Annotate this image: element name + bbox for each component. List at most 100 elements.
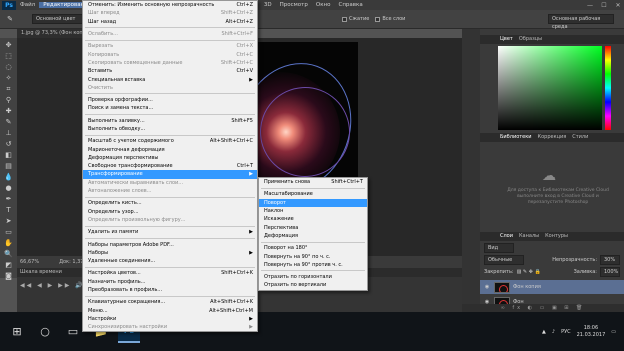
tab-adjustments[interactable]: Коррекция: [538, 133, 567, 142]
menu-item[interactable]: Марионеточная деформация: [83, 145, 257, 153]
marquee-tool-icon[interactable]: ⬚: [3, 51, 15, 61]
eye-icon[interactable]: ◉: [483, 284, 491, 290]
hand-tool-icon[interactable]: ✋: [3, 238, 15, 248]
menu-item[interactable]: Деформация: [259, 232, 367, 240]
checkbox-compress[interactable]: Сжатие: [342, 16, 369, 22]
blend-mode-dropdown[interactable]: Обычные: [484, 255, 524, 265]
menu-item[interactable]: Деформация перспективы: [83, 154, 257, 162]
menu-item[interactable]: Поворот на 180°: [259, 244, 367, 252]
menu-item[interactable]: Отразить по вертикали: [259, 281, 367, 289]
menu-item[interactable]: Наборы ▶: [83, 249, 257, 257]
menu-item[interactable]: Трансформирование ▶: [83, 170, 257, 179]
menu-item[interactable]: Применить снова Shift+Ctrl+T: [259, 178, 367, 186]
maximize-button[interactable]: ☐: [598, 1, 610, 10]
menu-item[interactable]: Поиск и замена текста...: [83, 104, 257, 112]
layers-bottom-icons[interactable]: ∞ fx ◐ ▭ ▣ ⊞ 🗑: [462, 304, 624, 312]
move-tool-icon[interactable]: ✥: [3, 40, 15, 50]
menu-item[interactable]: Удалить из памяти ▶: [83, 228, 257, 236]
eyedropper-tool-icon[interactable]: ⚲: [3, 95, 15, 105]
menu-item[interactable]: Настройки ▶: [83, 315, 257, 323]
brush-icon[interactable]: ✎: [3, 117, 15, 127]
zoom-level[interactable]: 66,67%: [20, 256, 39, 268]
pen-tool-icon[interactable]: ✒: [3, 194, 15, 204]
tab-styles[interactable]: Стили: [572, 133, 588, 142]
lasso-tool-icon[interactable]: ◌: [3, 62, 15, 72]
menu-item[interactable]: Настройка цветов... Shift+Ctrl+K: [83, 269, 257, 277]
fill-input[interactable]: 100%: [600, 267, 620, 277]
menubar-item[interactable]: Файл: [16, 2, 39, 8]
menu-item[interactable]: Специальная вставка ▶: [83, 75, 257, 83]
menubar-item[interactable]: 3D: [260, 2, 276, 8]
menu-item[interactable]: Определить узор...: [83, 208, 257, 216]
gradient-tool-icon[interactable]: ▤: [3, 161, 15, 171]
opacity-input[interactable]: 30%: [600, 255, 620, 265]
style-dropdown[interactable]: Основной цвет: [32, 14, 86, 24]
menu-item[interactable]: Отменить: Изменить основную непрозрачнос…: [83, 1, 257, 9]
menu-item[interactable]: Свободное трансформирование Ctrl+T: [83, 162, 257, 170]
menu-item[interactable]: Выполнить заливку... Shift+F5: [83, 117, 257, 125]
volume-icon[interactable]: ♪: [552, 329, 555, 335]
language-indicator[interactable]: РУС: [561, 329, 571, 335]
menu-item[interactable]: Перспектива: [259, 223, 367, 231]
windows-start-icon[interactable]: ⊞: [6, 321, 28, 343]
notifications-icon[interactable]: ▭: [611, 329, 616, 335]
layer-kind-dropdown[interactable]: Вид: [484, 243, 514, 253]
menu-item[interactable]: Наборы параметров Adobe PDF...: [83, 240, 257, 248]
menubar-item[interactable]: Справка: [334, 2, 366, 8]
menu-item[interactable]: Преобразовать в профиль...: [83, 286, 257, 294]
menu-item[interactable]: Наклон: [259, 207, 367, 215]
dodge-tool-icon[interactable]: ●: [3, 183, 15, 193]
menu-item[interactable]: Назначить профиль...: [83, 278, 257, 286]
crop-tool-icon[interactable]: ⌗: [3, 84, 15, 94]
menu-item[interactable]: Вставить Ctrl+V: [83, 67, 257, 75]
brush-tool-icon[interactable]: ✎: [4, 14, 16, 24]
type-tool-icon[interactable]: T: [3, 205, 15, 215]
healing-tool-icon[interactable]: ✚: [3, 106, 15, 116]
tab-swatches[interactable]: Образцы: [519, 35, 542, 44]
menubar-item[interactable]: Окно: [312, 2, 335, 8]
quick-mask-icon[interactable]: ◙: [3, 271, 15, 281]
menu-item[interactable]: Повернуть на 90° по ч. с.: [259, 252, 367, 260]
close-button[interactable]: ✕: [612, 1, 624, 10]
tab-color[interactable]: Цвет: [500, 35, 513, 44]
menu-item[interactable]: Шаг назад Alt+Ctrl+Z: [83, 18, 257, 26]
clock[interactable]: 18:06 21.03.2017: [577, 325, 606, 339]
menu-item[interactable]: Определить кисть...: [83, 199, 257, 207]
menu-item[interactable]: Масштаб с учетом содержимого Alt+Shift+Ct…: [83, 137, 257, 145]
tab-paths[interactable]: Контуры: [545, 232, 568, 241]
menu-item[interactable]: Повернуть на 90° против ч. с.: [259, 261, 367, 269]
checkbox-all-layers[interactable]: Все слои: [375, 16, 405, 22]
zoom-tool-icon[interactable]: 🔍: [3, 249, 15, 259]
menu-item[interactable]: Удаленные соединения...: [83, 257, 257, 265]
path-select-icon[interactable]: ➤: [3, 216, 15, 226]
menu-item[interactable]: Проверка орфографии...: [83, 96, 257, 104]
timeline-controls[interactable]: ◀◀ ◀ ▶ ▶▶ 🔊: [20, 282, 85, 289]
tab-libraries[interactable]: Библиотеки: [500, 133, 532, 142]
menu-item[interactable]: Меню... Alt+Shift+Ctrl+M: [83, 307, 257, 315]
foreground-background-icon[interactable]: ◩: [3, 260, 15, 270]
network-icon[interactable]: ▲: [542, 329, 546, 335]
quick-select-tool-icon[interactable]: ✧: [3, 73, 15, 83]
menu-item[interactable]: Масштабирование: [259, 190, 367, 198]
menu-item[interactable]: Клавиатурные сокращения... Alt+Shift+Ctrl…: [83, 298, 257, 306]
tab-channels[interactable]: Каналы: [519, 232, 539, 241]
lock-icons[interactable]: ▨ ✎ ✥ 🔒: [517, 269, 541, 275]
task-view-icon[interactable]: ▭: [62, 321, 84, 343]
menubar-item[interactable]: Просмотр: [276, 2, 312, 8]
minimize-button[interactable]: —: [584, 1, 596, 10]
menu-item[interactable]: Поворот: [259, 198, 367, 207]
eraser-tool-icon[interactable]: ◧: [3, 150, 15, 160]
stamp-tool-icon[interactable]: ⊥: [3, 128, 15, 138]
history-brush-icon[interactable]: ↺: [3, 139, 15, 149]
menu-item[interactable]: Выполнить обводку...: [83, 125, 257, 133]
menu-item[interactable]: Отразить по горизонтали: [259, 273, 367, 281]
menu-item[interactable]: Искажение: [259, 215, 367, 223]
layer-row-selected[interactable]: ◉ Фон копия: [480, 280, 624, 294]
hue-slider[interactable]: [605, 46, 611, 130]
color-picker-field[interactable]: [498, 46, 602, 130]
workspace-dropdown[interactable]: Основная рабочая среда: [548, 14, 614, 30]
blur-tool-icon[interactable]: 💧: [3, 172, 15, 182]
tab-layers[interactable]: Слои: [500, 232, 513, 241]
shape-tool-icon[interactable]: ▭: [3, 227, 15, 237]
search-icon[interactable]: ○: [34, 321, 56, 343]
